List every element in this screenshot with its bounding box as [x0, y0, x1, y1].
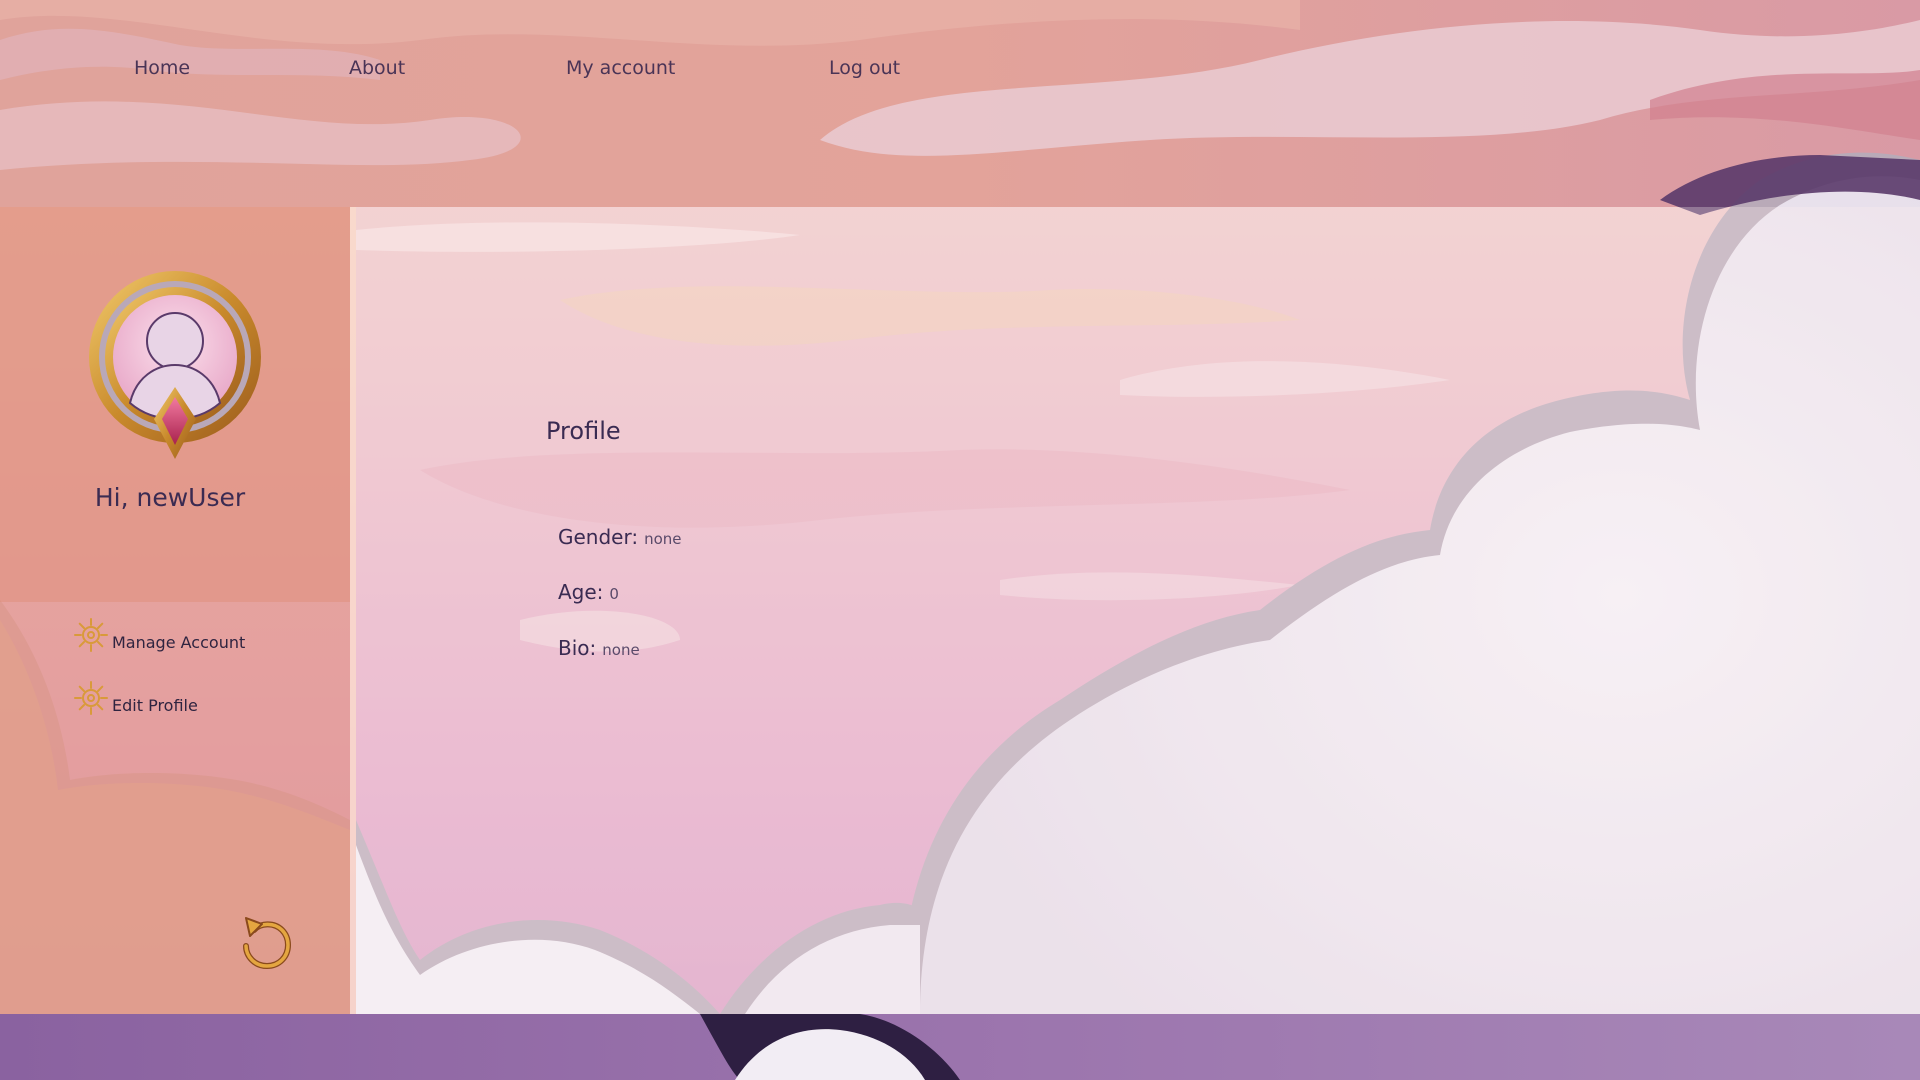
age-label: Age: — [558, 580, 604, 604]
top-navigation: Home About My account Log out — [0, 0, 1920, 207]
bio-value: none — [602, 641, 640, 659]
gender-label: Gender: — [558, 525, 639, 549]
manage-account-button[interactable]: Manage Account — [72, 614, 245, 654]
page-title: Profile — [546, 417, 621, 445]
profile-field-gender: Gender: none — [558, 525, 682, 549]
nav-about-link[interactable]: About — [349, 57, 405, 79]
nav-log-out-link[interactable]: Log out — [829, 57, 900, 79]
bio-label: Bio: — [558, 636, 597, 660]
profile-panel: Profile Gender: none Age: 0 Bio: none — [356, 207, 1920, 1014]
sidebar: Hi, newUser Manage Account Edit Profile — [0, 207, 350, 1014]
nav-my-account-link[interactable]: My account — [566, 57, 675, 79]
profile-field-bio: Bio: none — [558, 636, 640, 660]
undo-arrow-icon[interactable] — [240, 910, 296, 970]
age-value: 0 — [609, 585, 619, 603]
gender-value: none — [644, 530, 682, 548]
user-avatar-icon — [86, 269, 264, 469]
user-greeting: Hi, newUser — [94, 483, 246, 512]
edit-profile-button[interactable]: Edit Profile — [72, 677, 198, 717]
gear-icon — [72, 679, 110, 717]
manage-account-label: Manage Account — [112, 633, 246, 652]
profile-field-age: Age: 0 — [558, 580, 619, 604]
gear-icon — [72, 616, 110, 654]
nav-home-link[interactable]: Home — [134, 57, 190, 79]
edit-profile-label: Edit Profile — [112, 696, 198, 715]
